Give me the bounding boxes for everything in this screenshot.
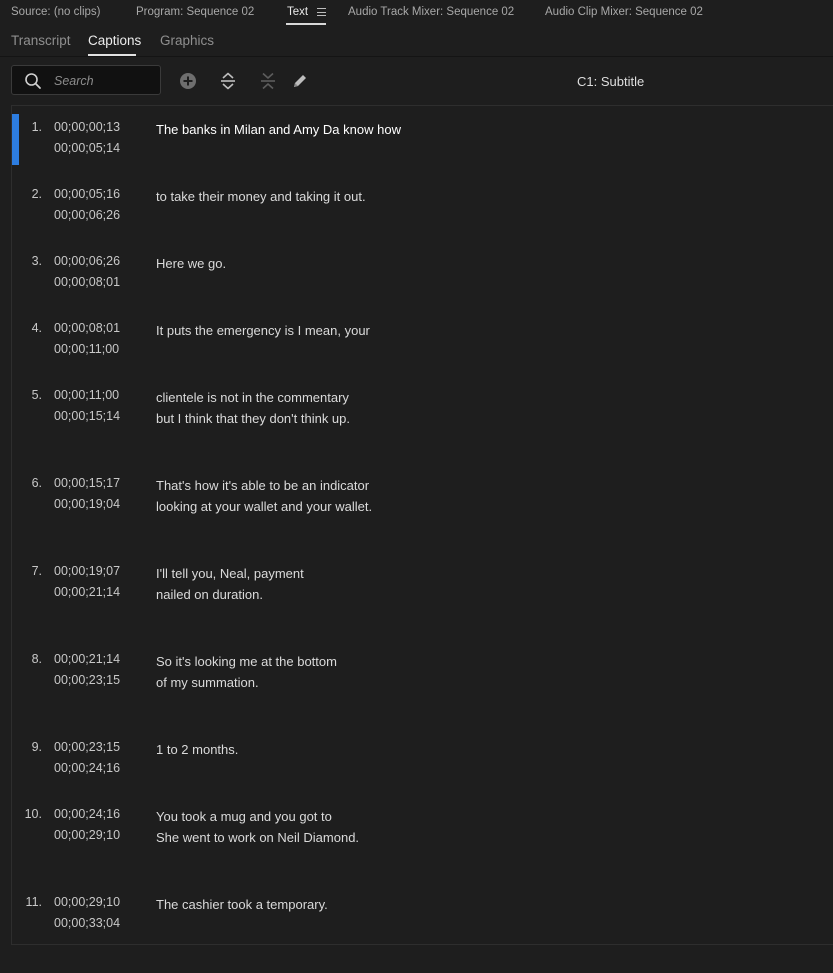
- panel-tab-text[interactable]: Text: [287, 6, 308, 18]
- caption-out-timecode[interactable]: 00;00;33;04: [54, 916, 120, 930]
- caption-out-timecode[interactable]: 00;00;23;15: [54, 673, 120, 687]
- caption-row[interactable]: 3. 00;00;06;26 00;00;08;01 Here we go.: [12, 240, 833, 300]
- caption-index: 11.: [25, 895, 42, 909]
- caption-index: 10.: [24, 807, 42, 821]
- active-panel-indicator: [286, 23, 326, 25]
- caption-in-timecode[interactable]: 00;00;11;00: [54, 388, 119, 402]
- caption-in-timecode[interactable]: 00;00;23;15: [54, 740, 120, 754]
- caption-index: 6.: [31, 476, 42, 490]
- caption-track-label[interactable]: C1: Subtitle: [577, 74, 644, 89]
- caption-in-timecode[interactable]: 00;00;29;10: [54, 895, 120, 909]
- search-icon: [25, 73, 41, 89]
- caption-in-timecode[interactable]: 00;00;08;01: [54, 321, 120, 335]
- caption-row[interactable]: 7. 00;00;19;07 00;00;21;14 I'll tell you, N…: [12, 550, 833, 610]
- panel-tab-bar: Source: (no clips) Program: Sequence 02 …: [0, 0, 833, 28]
- caption-row[interactable]: 8. 00;00;21;14 00;00;23;15 So it's looking …: [12, 638, 833, 698]
- caption-text[interactable]: I'll tell you, Neal, payment nailed on d…: [156, 563, 304, 605]
- caption-in-timecode[interactable]: 00;00;19;07: [54, 564, 120, 578]
- caption-text[interactable]: Here we go.: [156, 253, 226, 274]
- caption-text[interactable]: So it's looking me at the bottom of my s…: [156, 651, 337, 693]
- caption-index: 2.: [31, 187, 42, 201]
- caption-in-timecode[interactable]: 00;00;15;17: [54, 476, 120, 490]
- captions-toolbar: C1: Subtitle: [0, 57, 833, 105]
- tab-transcript[interactable]: Transcript: [11, 33, 71, 48]
- panel-tab-audio-clip-mixer[interactable]: Audio Clip Mixer: Sequence 02: [545, 6, 703, 18]
- tab-captions[interactable]: Captions: [88, 33, 141, 48]
- caption-out-timecode[interactable]: 00;00;06;26: [54, 208, 120, 222]
- caption-text[interactable]: The cashier took a temporary.: [156, 894, 328, 915]
- pencil-icon[interactable]: [290, 71, 310, 91]
- active-subtab-indicator: [88, 54, 136, 56]
- panel-tab-program[interactable]: Program: Sequence 02: [136, 6, 254, 18]
- panel-tab-source[interactable]: Source: (no clips): [11, 6, 100, 18]
- caption-out-timecode[interactable]: 00;00;05;14: [54, 141, 120, 155]
- caption-out-timecode[interactable]: 00;00;08;01: [54, 275, 120, 289]
- caption-out-timecode[interactable]: 00;00;15;14: [54, 409, 120, 423]
- plus-circle-icon[interactable]: [178, 71, 198, 91]
- caption-out-timecode[interactable]: 00;00;19;04: [54, 497, 120, 511]
- caption-index: 1.: [31, 120, 42, 134]
- caption-in-timecode[interactable]: 00;00;06;26: [54, 254, 120, 268]
- caption-text[interactable]: 1 to 2 months.: [156, 739, 238, 760]
- caption-row[interactable]: 10. 00;00;24;16 00;00;29;10 You took a mug …: [12, 793, 833, 853]
- caption-text[interactable]: clientele is not in the commentary but I…: [156, 387, 350, 429]
- caption-index: 3.: [31, 254, 42, 268]
- caption-in-timecode[interactable]: 00;00;00;13: [54, 120, 120, 134]
- caption-out-timecode[interactable]: 00;00;24;16: [54, 761, 120, 775]
- caption-row[interactable]: 11. 00;00;29;10 00;00;33;04 The cashier too…: [12, 881, 833, 941]
- panel-menu-icon[interactable]: [317, 8, 326, 16]
- caption-text[interactable]: to take their money and taking it out.: [156, 186, 366, 207]
- panel-footer: [0, 945, 833, 973]
- panel-tab-audio-track-mixer[interactable]: Audio Track Mixer: Sequence 02: [348, 6, 514, 18]
- caption-row[interactable]: 9. 00;00;23;15 00;00;24;16 1 to 2 months.: [12, 726, 833, 786]
- caption-index: 4.: [31, 321, 42, 335]
- caption-index: 8.: [31, 652, 42, 666]
- caption-in-timecode[interactable]: 00;00;21;14: [54, 652, 120, 666]
- caption-row[interactable]: 4. 00;00;08;01 00;00;11;00 It puts the emer…: [12, 307, 833, 367]
- caption-row[interactable]: 2. 00;00;05;16 00;00;06;26 to take their mo…: [12, 173, 833, 233]
- caption-index: 5.: [31, 388, 42, 402]
- merge-icon[interactable]: [258, 71, 278, 91]
- search-input[interactable]: [52, 71, 156, 91]
- split-icon[interactable]: [218, 71, 238, 91]
- caption-index: 7.: [31, 564, 42, 578]
- caption-list: 1. 00;00;00;13 00;00;05;14 The banks in Mil…: [11, 105, 833, 945]
- caption-row[interactable]: 5. 00;00;11;00 00;00;15;14 clientele is not…: [12, 374, 833, 434]
- caption-out-timecode[interactable]: 00;00;29;10: [54, 828, 120, 842]
- caption-out-timecode[interactable]: 00;00;21;14: [54, 585, 120, 599]
- search-box[interactable]: [11, 65, 161, 95]
- caption-out-timecode[interactable]: 00;00;11;00: [54, 342, 119, 356]
- caption-text[interactable]: You took a mug and you got to She went t…: [156, 806, 359, 848]
- caption-index: 9.: [31, 740, 42, 754]
- caption-text[interactable]: It puts the emergency is I mean, your: [156, 320, 370, 341]
- caption-row[interactable]: 6. 00;00;15;17 00;00;19;04 That's how it's …: [12, 462, 833, 522]
- text-panel-subtabs: Transcript Captions Graphics: [0, 28, 833, 57]
- caption-text[interactable]: The banks in Milan and Amy Da know how: [156, 119, 401, 140]
- tab-graphics[interactable]: Graphics: [160, 33, 214, 48]
- caption-in-timecode[interactable]: 00;00;05;16: [54, 187, 120, 201]
- caption-in-timecode[interactable]: 00;00;24;16: [54, 807, 120, 821]
- caption-row[interactable]: 1. 00;00;00;13 00;00;05;14 The banks in Mil…: [12, 106, 833, 166]
- caption-text[interactable]: That's how it's able to be an indicator …: [156, 475, 372, 517]
